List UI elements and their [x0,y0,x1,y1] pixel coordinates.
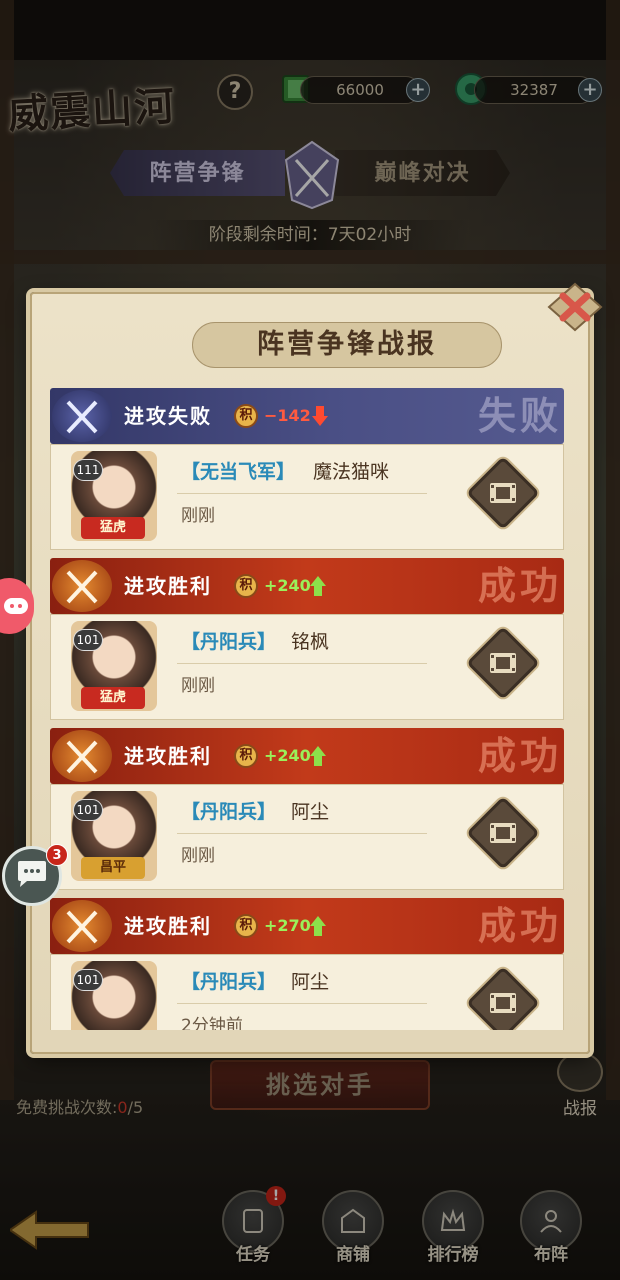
result-stamp: 成功 [477,903,562,948]
panel-title-plaque: 阵营争锋战报 [192,322,502,368]
report-time: 刚刚 [181,846,215,866]
report-item: 进攻胜利 积 +240 成功 101 猛虎 【丹阳兵】 铭枫 刚刚 [50,558,564,728]
result-label: 进攻失败 [124,404,212,428]
report-list[interactable]: 进攻失败 积 −142 失败 111 猛虎 【无当飞军】 魔法猫咪 刚刚 进攻胜… [50,388,564,1030]
chat-unread-badge: 3 [46,844,68,866]
crossed-swords-icon [52,900,112,952]
hero-tag: 猛虎 [81,517,145,539]
report-item: 进攻胜利 积 +270 成功 101 【丹阳兵】 阿尘 2分钟前 [50,898,564,1030]
score-change: +270 [264,916,311,935]
film-replay-icon [487,479,519,507]
arrow-up-icon [310,576,326,596]
score-change: +240 [264,746,311,765]
chat-bubble-icon [15,859,49,893]
hero-tag: 猛虎 [81,687,145,709]
divider [177,833,427,834]
opponent-name: 魔法猫咪 [313,461,390,483]
film-replay-icon [487,989,519,1017]
score-change: +240 [264,576,311,595]
result-stamp: 失败 [477,393,562,438]
divider [177,663,427,664]
opponent-name: 阿尘 [291,971,330,993]
level-badge: 101 [73,969,103,991]
report-time: 2分钟前 [181,1016,243,1030]
hero-tag: 昌平 [81,857,145,879]
close-icon[interactable] [546,282,604,332]
opponent-faction: 【丹阳兵】 [181,801,277,823]
result-banner-win: 进攻胜利 积 +240 成功 [50,558,564,614]
divider [177,493,427,494]
result-stamp: 成功 [477,563,562,608]
result-stamp: 成功 [477,733,562,778]
crossed-swords-icon [52,730,112,782]
report-item: 进攻失败 积 −142 失败 111 猛虎 【无当飞军】 魔法猫咪 刚刚 [50,388,564,558]
film-replay-icon [487,819,519,847]
arrow-up-icon [310,746,326,766]
report-card: 101 猛虎 【丹阳兵】 铭枫 刚刚 [50,614,564,720]
crossed-swords-icon [52,560,112,612]
result-banner-win: 进攻胜利 积 +270 成功 [50,898,564,954]
opponent-name: 铭枫 [291,631,330,653]
arrow-up-icon [310,916,326,936]
report-card: 101 【丹阳兵】 阿尘 2分钟前 [50,954,564,1030]
report-time: 刚刚 [181,506,215,526]
opponent-faction: 【丹阳兵】 [181,971,277,993]
result-banner-fail: 进攻失败 积 −142 失败 [50,388,564,444]
level-badge: 101 [73,799,103,821]
report-item: 进攻胜利 积 +240 成功 101 昌平 【丹阳兵】 阿尘 刚刚 [50,728,564,898]
divider [177,1003,427,1004]
result-banner-win: 进攻胜利 积 +240 成功 [50,728,564,784]
opponent-faction: 【丹阳兵】 [181,631,277,653]
level-badge: 101 [73,629,103,651]
score-icon: 积 [234,914,258,938]
score-icon: 积 [234,574,258,598]
result-label: 进攻胜利 [124,574,212,598]
report-card: 101 昌平 【丹阳兵】 阿尘 刚刚 [50,784,564,890]
opponent-faction: 【无当飞军】 [181,461,296,483]
result-label: 进攻胜利 [124,914,212,938]
result-label: 进攻胜利 [124,744,212,768]
floating-game-icon[interactable] [0,578,34,634]
score-change: −142 [264,406,311,425]
arrow-down-icon [312,406,328,426]
score-icon: 积 [234,404,258,428]
level-badge: 111 [73,459,103,481]
report-card: 111 猛虎 【无当飞军】 魔法猫咪 刚刚 [50,444,564,550]
report-time: 刚刚 [181,676,215,696]
opponent-name: 阿尘 [291,801,330,823]
score-icon: 积 [234,744,258,768]
panel-title: 阵营争锋战报 [257,329,437,360]
crossed-swords-icon [52,390,112,442]
film-replay-icon [487,649,519,677]
